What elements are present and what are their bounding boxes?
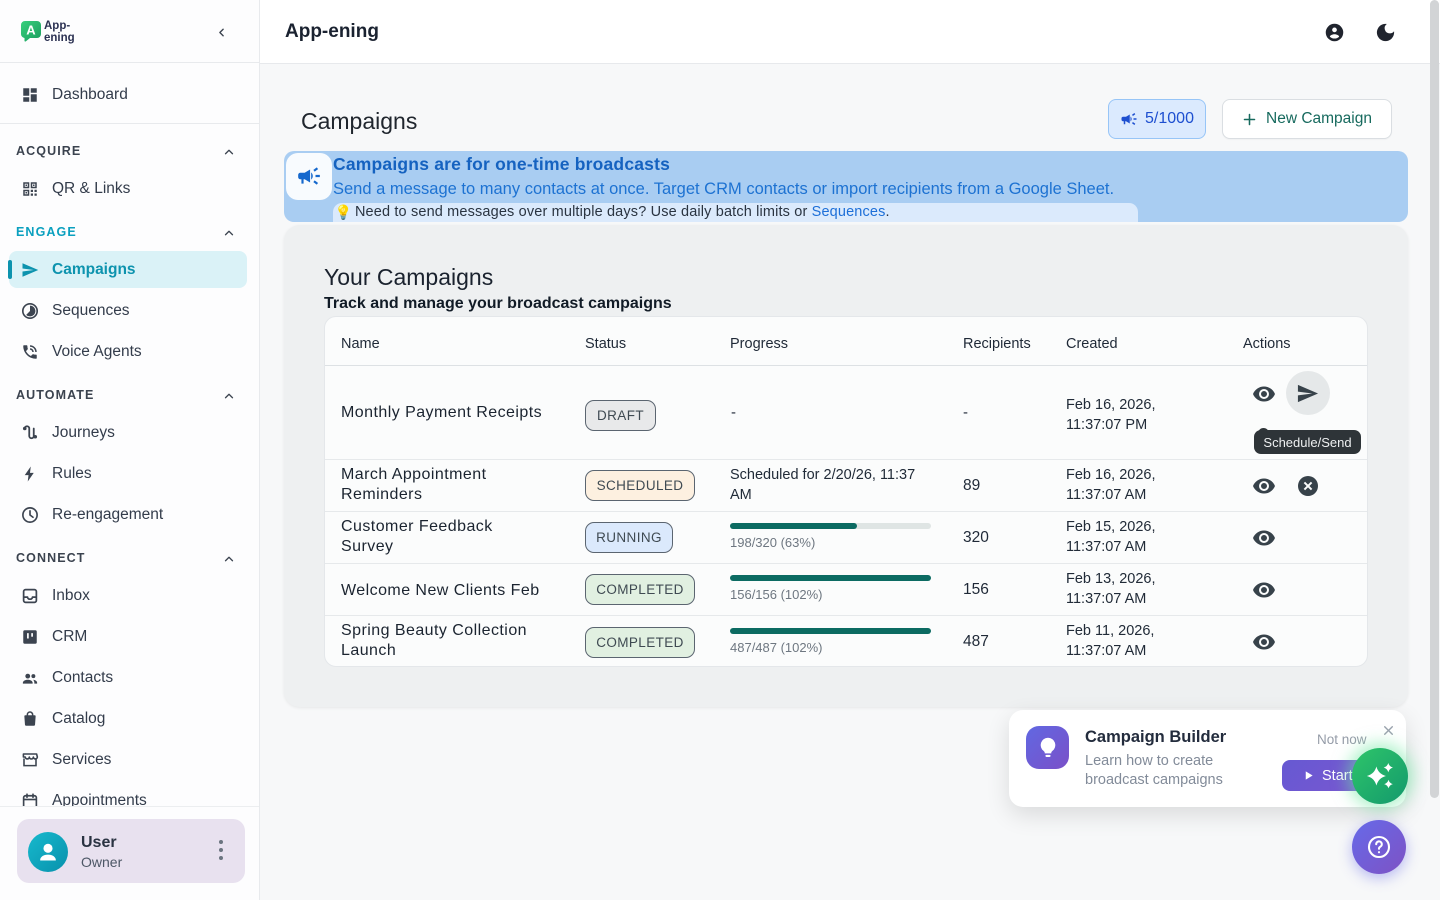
svg-text:A: A bbox=[26, 23, 36, 38]
